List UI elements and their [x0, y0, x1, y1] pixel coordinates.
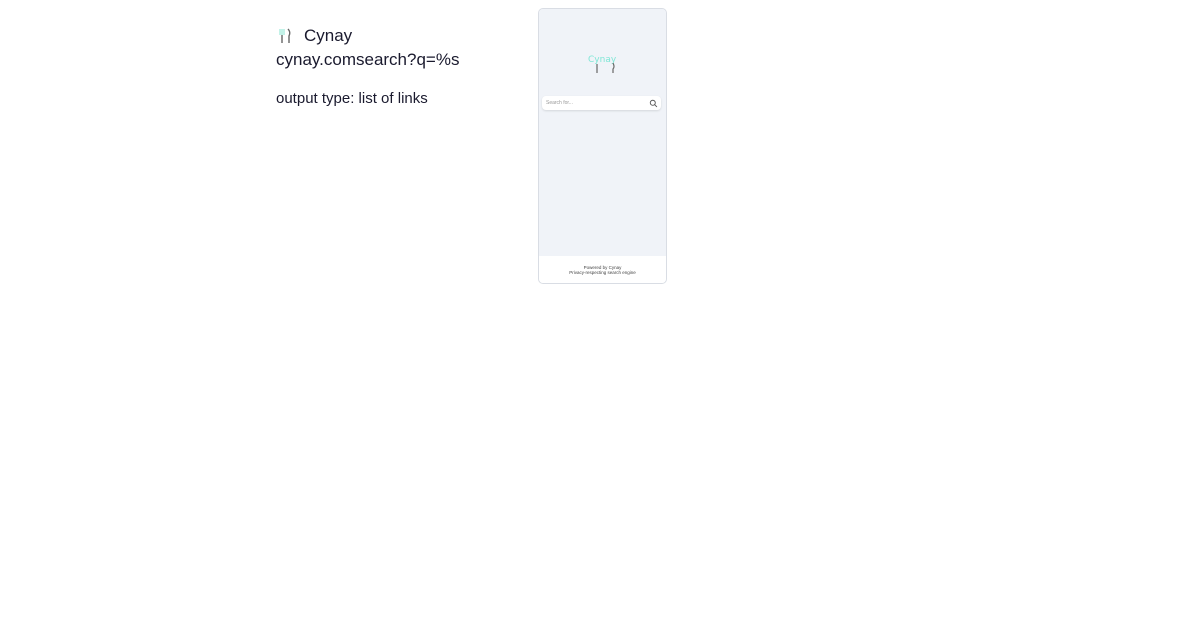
engine-title-row: Cynay — [276, 24, 526, 48]
search-preview-card: Cynay Powered by Cynay Privacy-respectin… — [538, 8, 667, 284]
preview-footer: Powered by Cynay Privacy-respecting sear… — [539, 256, 666, 283]
preview-footer-tagline: Privacy-respecting search engine — [569, 270, 636, 275]
preview-search-bar[interactable] — [542, 96, 661, 110]
engine-url: cynay.comsearch?q=%s — [276, 50, 460, 69]
engine-name: Cynay — [304, 26, 353, 45]
search-icon[interactable] — [649, 99, 658, 108]
engine-info-panel: Cynay cynay.comsearch?q=%s output type: … — [276, 24, 526, 107]
preview-search-input[interactable] — [542, 97, 649, 109]
preview-logo: Cynay — [588, 55, 618, 75]
fork-knife-icon — [276, 27, 294, 45]
engine-output-type: output type: list of links — [276, 90, 428, 107]
preview-main-area: Cynay — [539, 9, 666, 256]
